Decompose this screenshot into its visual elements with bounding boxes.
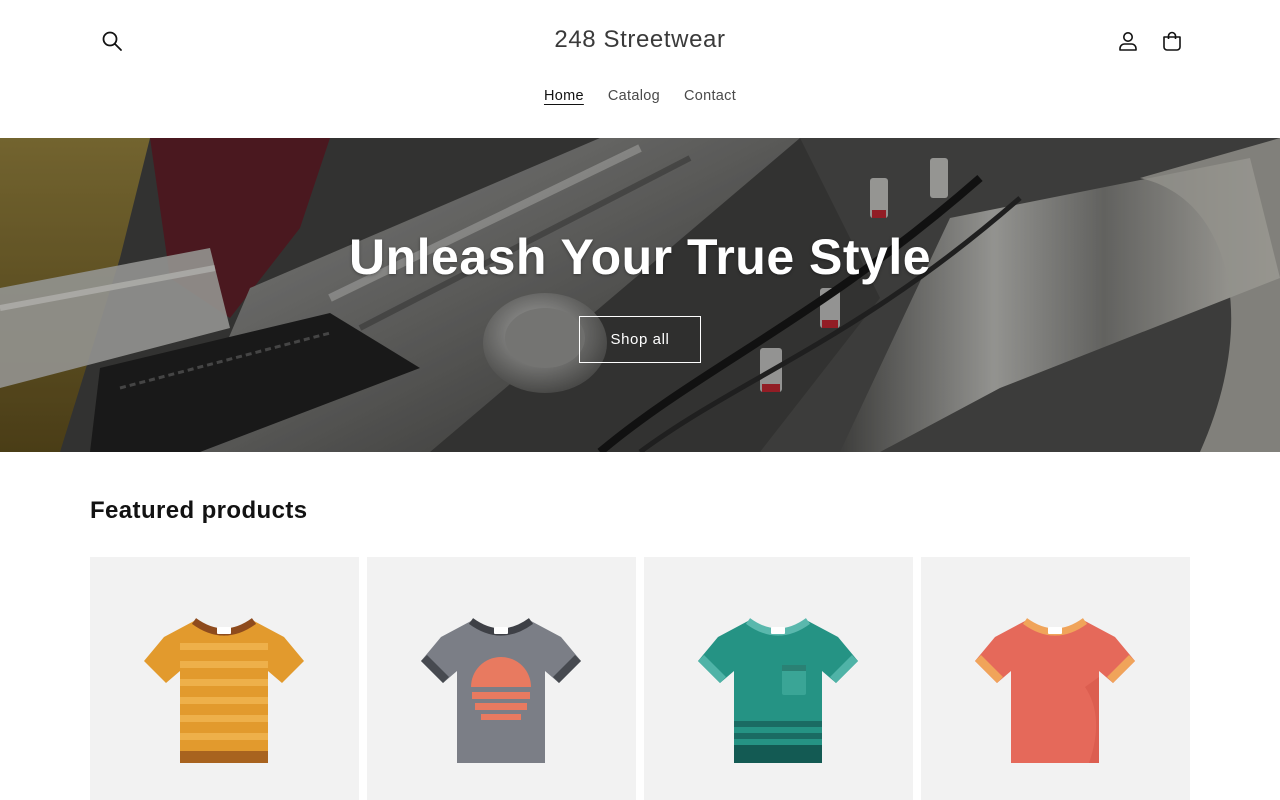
main-nav: Home Catalog Contact xyxy=(0,86,1280,106)
featured-products-grid xyxy=(90,557,1190,800)
teal-tshirt-with-pocket-image xyxy=(698,618,858,763)
nav-item-contact[interactable]: Contact xyxy=(684,86,736,106)
featured-products-heading: Featured products xyxy=(90,497,308,524)
cart-icon[interactable] xyxy=(1150,19,1194,63)
hero-banner: Unleash Your True Style Shop all xyxy=(0,138,1280,452)
product-card[interactable] xyxy=(367,557,636,800)
hero-title: Unleash Your True Style xyxy=(348,229,932,285)
site-header: 248 Streetwear Home Catalog Contact xyxy=(0,0,1280,137)
hero-engine-image xyxy=(0,138,1280,452)
striped-orange-tshirt-image xyxy=(144,618,304,763)
product-card[interactable] xyxy=(90,557,359,800)
nav-item-catalog[interactable]: Catalog xyxy=(608,86,660,106)
shop-all-button[interactable]: Shop all xyxy=(579,316,701,363)
account-icon[interactable] xyxy=(1106,19,1150,63)
product-card[interactable] xyxy=(644,557,913,800)
store-logo[interactable]: 248 Streetwear xyxy=(0,26,1280,54)
product-card[interactable] xyxy=(921,557,1190,800)
gray-tshirt-with-sunset-graphic-image xyxy=(421,618,581,763)
nav-item-home[interactable]: Home xyxy=(544,86,584,106)
coral-tshirt-image xyxy=(975,618,1135,763)
